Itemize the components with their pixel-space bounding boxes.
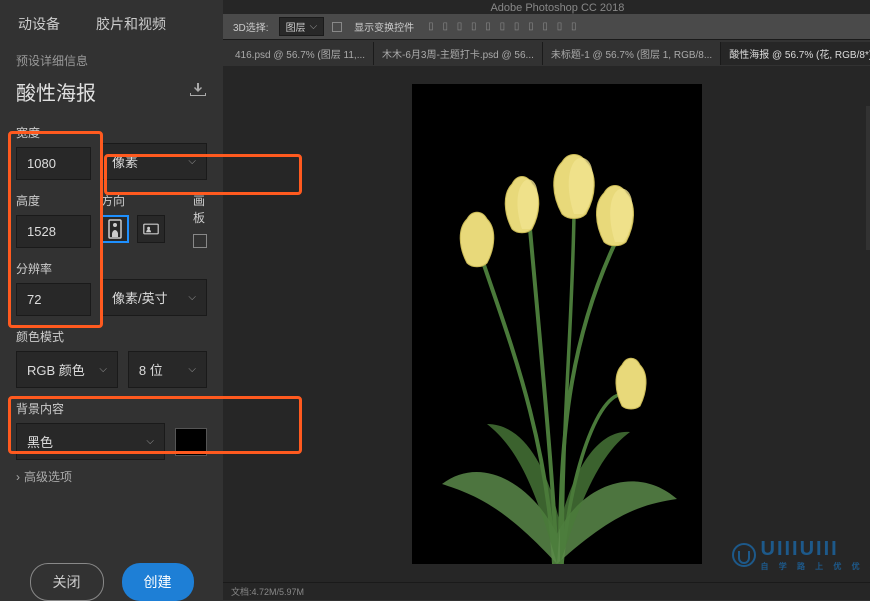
height-label: 高度 [16, 192, 91, 209]
document-tabs: 416.psd @ 56.7% (图层 11,... 木木-6月3周-主题打卡.… [223, 40, 870, 66]
resolution-unit-value: 像素/英寸 [112, 288, 168, 307]
canvas-viewport[interactable]: ◐ ▦ ≡ ⟳ ▸ UIIIUIII 自 学 路 上 优 优 荐 [223, 66, 870, 582]
chevron-right-icon: › [16, 470, 20, 484]
close-button[interactable]: 关闭 [30, 563, 104, 601]
flower-artwork [412, 84, 702, 564]
chevron-down-icon: ⌵ [310, 21, 318, 32]
align-icons[interactable]: ▯ ▯ ▯ ▯ ▯ ▯ ▯ ▯ ▯ ▯ ▯ [424, 19, 583, 34]
show-transform-label: 显示变换控件 [350, 17, 418, 36]
bg-content-value: 黑色 [27, 432, 53, 451]
width-unit-dropdown[interactable]: 像素 ⌵ [101, 143, 207, 180]
doc-tab-active[interactable]: 酸性海报 @ 56.7% (花, RGB/8*) * [721, 42, 870, 65]
bit-depth-dropdown[interactable]: 8 位 ⌵ [128, 351, 207, 388]
tab-mobile[interactable]: 动设备 [0, 8, 78, 40]
layer-mode-dropdown[interactable]: 图层 ⌵ [279, 17, 325, 36]
chevron-down-icon: ⌵ [188, 156, 196, 167]
bg-content-label: 背景内容 [16, 400, 207, 417]
chevron-down-icon: ⌵ [188, 292, 196, 303]
select-mode-label: 3D选择: [229, 17, 273, 36]
orientation-portrait-button[interactable] [101, 215, 129, 243]
artboard-checkbox[interactable] [193, 234, 207, 248]
preset-details-label: 预设详细信息 [16, 52, 207, 69]
height-input[interactable] [16, 215, 91, 248]
bg-content-dropdown[interactable]: 黑色 ⌵ [16, 423, 165, 460]
resolution-label: 分辨率 [16, 260, 91, 277]
doc-tab[interactable]: 木木-6月3周-主题打卡.psd @ 56... [374, 42, 543, 65]
bit-depth-value: 8 位 [139, 360, 163, 379]
right-panel-tabs: ◐ ▦ ≡ ⟳ ▸ [866, 106, 870, 250]
chevron-down-icon: ⌵ [146, 436, 154, 447]
tab-film-video[interactable]: 胶片和视频 [78, 8, 184, 40]
color-mode-dropdown[interactable]: RGB 颜色 ⌵ [16, 351, 118, 388]
artboard-label: 画板 [193, 192, 207, 226]
color-mode-value: RGB 颜色 [27, 360, 85, 379]
chevron-down-icon: ⌵ [99, 364, 107, 375]
watermark-sub: 自 学 路 上 优 优 荐 [761, 561, 870, 572]
options-bar: 3D选择: 图层 ⌵ 显示变换控件 ▯ ▯ ▯ ▯ ▯ ▯ ▯ ▯ ▯ ▯ ▯ [223, 14, 870, 40]
chevron-down-icon: ⌵ [188, 364, 196, 375]
width-label: 宽度 [16, 124, 91, 141]
color-mode-label: 颜色模式 [16, 328, 207, 345]
status-bar: 文档:4.72M/5.97M [223, 582, 870, 600]
artboard [412, 84, 702, 564]
bg-color-swatch[interactable] [175, 428, 207, 456]
create-button[interactable]: 创建 [122, 563, 194, 601]
save-preset-icon[interactable] [189, 83, 207, 100]
watermark: UIIIUIII 自 学 路 上 优 优 荐 [731, 538, 870, 572]
transform-checkbox[interactable] [332, 22, 342, 32]
advanced-options-label: 高级选项 [24, 468, 72, 485]
document-title[interactable]: 酸性海报 [16, 77, 96, 106]
advanced-options-toggle[interactable]: › 高级选项 [16, 460, 207, 493]
width-input[interactable] [16, 147, 91, 180]
doc-tab[interactable]: 416.psd @ 56.7% (图层 11,... [227, 42, 374, 65]
width-unit-value: 像素 [112, 152, 138, 171]
doc-tab[interactable]: 未标题-1 @ 56.7% (图层 1, RGB/8... [543, 42, 721, 65]
app-title: Adobe Photoshop CC 2018 [490, 0, 624, 16]
orientation-landscape-button[interactable] [137, 215, 165, 243]
resolution-unit-dropdown[interactable]: 像素/英寸 ⌵ [101, 279, 207, 316]
orientation-label: 方向 [101, 192, 165, 209]
preset-tabs: 动设备 胶片和视频 [0, 0, 223, 52]
watermark-text: UIIIUIII [761, 538, 870, 561]
resolution-input[interactable] [16, 283, 91, 316]
